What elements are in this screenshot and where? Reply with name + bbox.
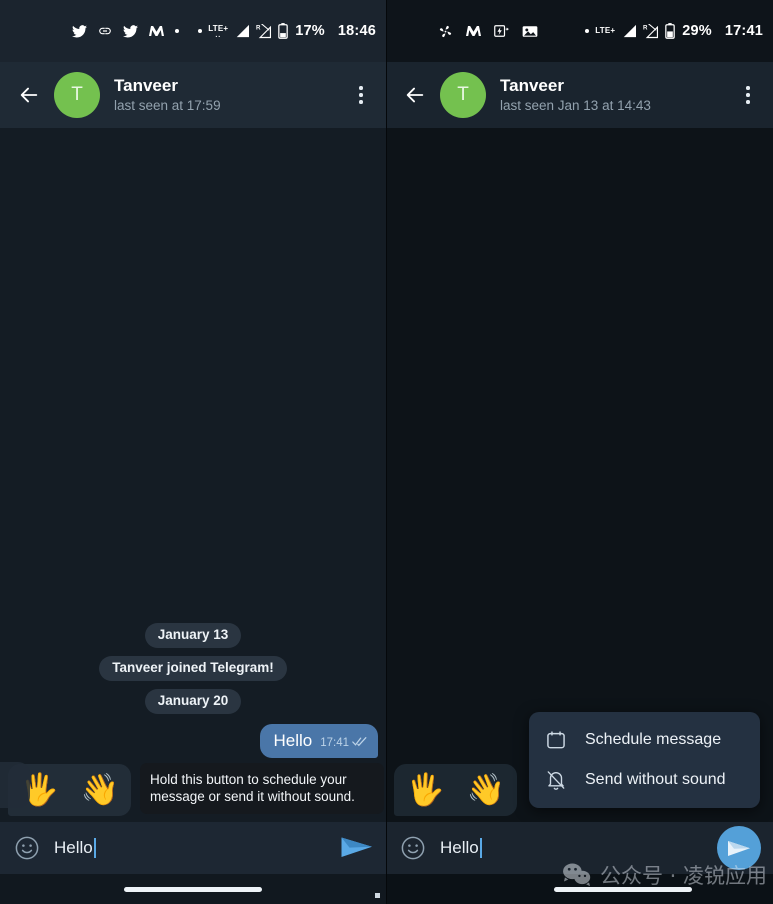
home-gesture-pill[interactable]	[553, 886, 692, 892]
right-system-icons: LTE+ R 29% 17:41	[585, 23, 763, 39]
kebab-menu-icon[interactable]	[350, 84, 372, 106]
twitter-icon	[72, 24, 87, 38]
roaming-signal-icon: R	[643, 23, 659, 39]
bell-off-icon	[545, 769, 567, 791]
twitter-icon	[123, 24, 138, 38]
status-clock: 18:46	[337, 23, 376, 39]
date-chip-row: January 13	[0, 623, 386, 648]
page-title: Tanveer	[500, 76, 564, 95]
menu-item-schedule-message[interactable]: Schedule message	[529, 720, 760, 760]
left-nav-bar	[0, 874, 386, 904]
dot-icon	[198, 29, 203, 33]
dot-icon	[585, 29, 590, 33]
signal-bars-icon	[621, 24, 637, 38]
menu-item-send-without-sound[interactable]: Send without sound	[529, 760, 760, 800]
service-message: Tanveer joined Telegram!	[99, 656, 287, 681]
send-button[interactable]	[717, 826, 761, 870]
menu-item-label: Send without sound	[585, 771, 726, 788]
service-message-row: Tanveer joined Telegram!	[0, 656, 386, 681]
dual-phone-screenshot: LTE+ .. R 17% 18:46 T Tanveer last seen …	[0, 0, 773, 904]
mastodon-icon	[149, 25, 164, 37]
corner-dot-icon	[375, 893, 380, 898]
signal-bars-icon	[234, 24, 250, 38]
right-status-bar: LTE+ R 29% 17:41	[386, 0, 773, 62]
avatar[interactable]: T	[440, 72, 486, 118]
date-chip-row: January 20	[0, 689, 386, 714]
bluetooth-share-icon	[438, 24, 453, 39]
message-input-value: Hello	[440, 838, 479, 857]
network-type-label: LTE+	[595, 26, 616, 35]
status-clock: 17:41	[724, 23, 763, 39]
avatar[interactable]: T	[54, 72, 100, 118]
send-button[interactable]	[340, 833, 374, 863]
menu-item-label: Schedule message	[585, 731, 722, 748]
message-input-value: Hello	[54, 838, 93, 857]
date-chip: January 13	[144, 623, 242, 648]
battery-percent: 17%	[295, 23, 325, 39]
image-icon	[522, 25, 538, 38]
right-nav-bar	[386, 874, 773, 904]
dot-icon	[175, 29, 179, 33]
last-seen-status: last seen at 17:59	[114, 98, 221, 113]
calendar-icon	[545, 729, 567, 751]
message-text: Hello	[273, 731, 313, 750]
message-input[interactable]: Hello	[54, 838, 326, 858]
right-chat-header: T Tanveer last seen Jan 13 at 14:43	[386, 62, 773, 128]
battery-share-icon	[494, 24, 509, 38]
battery-percent: 29%	[682, 23, 712, 39]
battery-icon	[278, 23, 289, 39]
network-type-label: LTE+ ..	[208, 23, 229, 39]
text-caret	[479, 838, 482, 858]
battery-icon	[665, 23, 676, 39]
svg-text:R: R	[256, 24, 261, 31]
schedule-hint-tooltip: Hold this button to schedule your messag…	[140, 763, 384, 814]
roaming-signal-icon: R	[256, 23, 272, 39]
svg-text:R: R	[643, 24, 648, 31]
date-chip: January 20	[144, 689, 242, 714]
message-input[interactable]: Hello	[440, 838, 703, 858]
left-notification-icons	[72, 24, 179, 38]
left-message-list[interactable]: January 13 Tanveer joined Telegram! Janu…	[0, 128, 386, 822]
message-time: 17:41	[320, 737, 349, 749]
smiley-face-icon[interactable]	[400, 835, 426, 861]
text-caret	[93, 838, 96, 858]
right-contact-info[interactable]: Tanveer last seen Jan 13 at 14:43	[500, 76, 723, 114]
avatar-letter: T	[71, 84, 83, 105]
right-input-bar: Hello	[386, 822, 773, 874]
avatar-letter: T	[457, 84, 469, 105]
page-title: Tanveer	[114, 76, 178, 95]
raised-hand-emoji: 🖐	[406, 772, 445, 807]
panel-divider	[386, 0, 387, 904]
waving-hand-emoji: 👋	[80, 772, 120, 807]
link-icon	[98, 24, 112, 38]
partial-bubble	[0, 762, 30, 808]
message-bubble[interactable]: Hello 17:41	[260, 724, 378, 758]
left-chat-header: T Tanveer last seen at 17:59	[0, 62, 386, 128]
back-arrow-icon[interactable]	[404, 84, 426, 106]
mastodon-icon	[466, 25, 481, 37]
smiley-face-icon[interactable]	[14, 835, 40, 861]
message-meta: 17:41	[320, 736, 367, 751]
last-seen-status: last seen Jan 13 at 14:43	[500, 98, 651, 113]
right-phone-panel: LTE+ R 29% 17:41 T Tanveer last seen Jan…	[386, 0, 773, 904]
send-options-popup-menu[interactable]: Schedule message Send without sound	[529, 712, 760, 808]
waving-hand-emoji: 👋	[466, 772, 506, 807]
double-check-icon	[352, 736, 367, 750]
left-phone-panel: LTE+ .. R 17% 18:46 T Tanveer last seen …	[0, 0, 386, 904]
home-gesture-pill[interactable]	[124, 886, 262, 892]
back-arrow-icon[interactable]	[18, 84, 40, 106]
left-input-bar: Hello	[0, 822, 386, 874]
kebab-menu-icon[interactable]	[737, 84, 759, 106]
left-contact-info[interactable]: Tanveer last seen at 17:59	[114, 76, 336, 114]
right-notification-icons	[438, 24, 538, 39]
outgoing-message-row[interactable]: Hello 17:41	[0, 724, 386, 758]
left-system-icons: LTE+ .. R 17% 18:46	[198, 23, 376, 39]
message-bubble-emoji[interactable]: 🖐 👋	[394, 764, 518, 816]
left-status-bar: LTE+ .. R 17% 18:46	[0, 0, 386, 62]
right-message-list[interactable]: 🖐 👋 Schedule message Send without sound	[386, 128, 773, 822]
